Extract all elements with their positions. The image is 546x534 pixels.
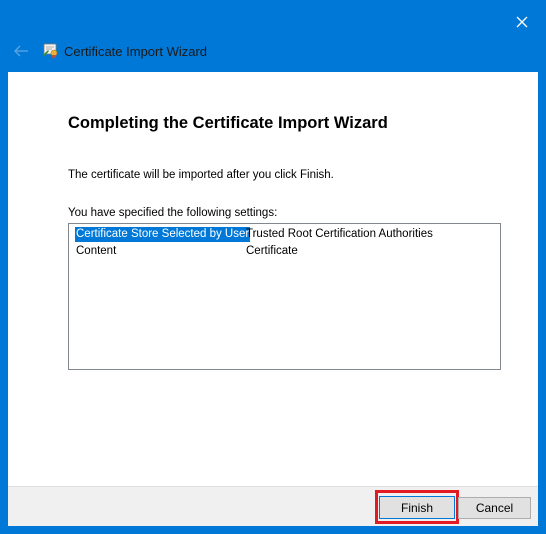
cancel-button[interactable]: Cancel <box>458 497 531 519</box>
settings-key[interactable]: Certificate Store Selected by User <box>75 227 251 242</box>
wizard-content: Completing the Certificate Import Wizard… <box>8 72 538 486</box>
title-bar: Certificate Import Wizard <box>0 0 546 72</box>
settings-value: Certificate <box>246 245 298 257</box>
finish-button[interactable]: Finish <box>379 496 455 519</box>
settings-row[interactable]: Content Certificate <box>75 244 495 259</box>
settings-key[interactable]: Content <box>75 244 117 259</box>
page-title: Completing the Certificate Import Wizard <box>68 114 388 132</box>
certificate-wizard-icon <box>42 41 60 59</box>
settings-label: You have specified the following setting… <box>68 207 278 219</box>
settings-row[interactable]: Certificate Store Selected by User Trust… <box>75 227 495 242</box>
settings-value: Trusted Root Certification Authorities <box>246 228 433 240</box>
wizard-footer: Finish Cancel <box>8 486 538 526</box>
description-text: The certificate will be imported after y… <box>68 169 334 181</box>
close-button[interactable] <box>506 8 538 36</box>
window-title: Certificate Import Wizard <box>64 44 208 59</box>
close-icon <box>516 16 528 28</box>
back-button[interactable] <box>10 42 32 60</box>
back-arrow-icon <box>14 45 28 57</box>
certificate-import-wizard-window: Certificate Import Wizard Completing the… <box>0 0 546 534</box>
settings-list[interactable]: Certificate Store Selected by User Trust… <box>68 223 501 370</box>
